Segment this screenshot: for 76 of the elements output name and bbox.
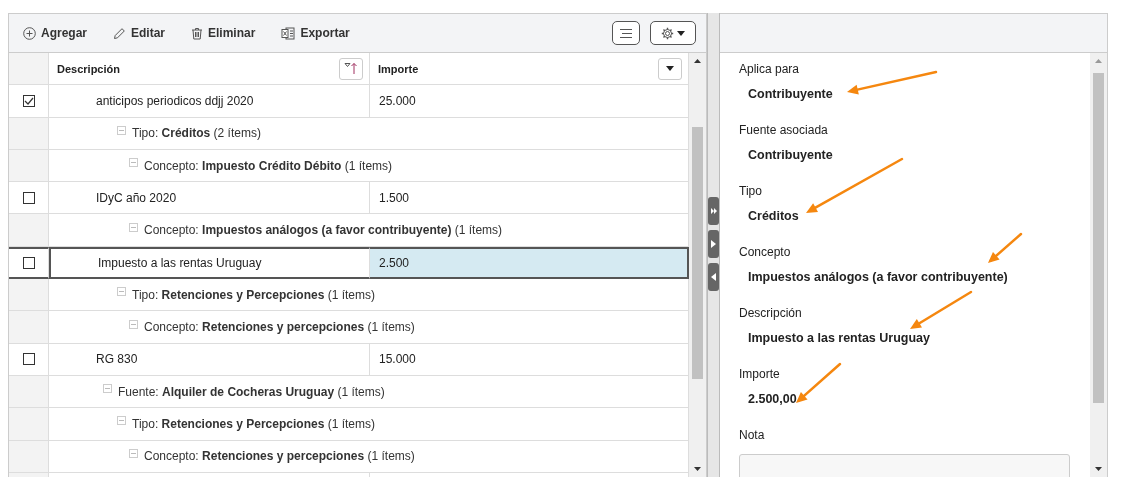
menu-icon [620, 28, 632, 38]
collapse-toggle[interactable] [103, 384, 112, 394]
annotation-arrow [796, 362, 842, 403]
arrow-left-icon [711, 273, 716, 281]
field-value: Contribuyente [748, 87, 833, 103]
group-label: Fuente: Alquiler de Cocheras Uruguay (1 ítems) [118, 384, 385, 399]
checkbox[interactable] [22, 94, 35, 107]
table-cell: 25.000 [370, 85, 689, 118]
field-label: Descripción [739, 306, 802, 322]
field-value: Impuesto a las rentas Uruguay [748, 331, 930, 347]
group-label: Tipo: Créditos (2 ítems) [132, 126, 261, 141]
caret-icon [677, 30, 685, 36]
toolbar-button[interactable]: Agregar [21, 22, 95, 44]
dropdown-button[interactable] [658, 57, 682, 80]
plus-circle-icon [23, 26, 36, 40]
field-value: Contribuyente [748, 148, 833, 164]
splitter-button[interactable] [708, 197, 719, 225]
toolbar-button[interactable]: Editar [111, 22, 174, 44]
field-label: Tipo [739, 184, 762, 200]
collapse-toggle[interactable] [117, 416, 126, 426]
trash-icon [191, 26, 204, 40]
group-label: Concepto: Impuesto Crédito Débito (1 ítems) [144, 158, 393, 173]
checkbox[interactable] [22, 256, 35, 269]
checkbox[interactable] [22, 353, 35, 366]
field-label: Concepto [739, 245, 791, 261]
table-cell: 1.500 [370, 182, 689, 215]
collapse-toggle[interactable] [129, 222, 138, 232]
sort-icon [344, 62, 358, 76]
menu-button[interactable] [612, 21, 640, 45]
field-label: Aplica para [739, 62, 800, 78]
toolbar-button[interactable]: Exportar [279, 22, 358, 44]
column-header[interactable]: Importe [370, 53, 689, 86]
sort-button[interactable] [339, 57, 363, 80]
group-label: Concepto: Retenciones y percepciones (1 ítems) [144, 320, 415, 334]
annotation-arrow [988, 232, 1023, 263]
checkbox[interactable] [22, 191, 35, 204]
field-label: Importe [739, 367, 780, 383]
toolbar-button[interactable]: Eliminar [189, 22, 264, 44]
settings-button[interactable] [650, 21, 696, 45]
caret-icon [666, 66, 674, 72]
column-header[interactable]: Descripción [49, 53, 370, 86]
double-arrow-icon [710, 208, 717, 214]
splitter-button[interactable] [708, 230, 719, 258]
group-label: Concepto: Impuestos análogos (a favor contribuyente) (1 ítems) [144, 223, 503, 238]
table-cell: anticipos periodicos ddjj 2020 [49, 85, 370, 118]
scroll-down-icon[interactable] [1095, 467, 1102, 471]
scrollbar[interactable] [1090, 53, 1107, 477]
annotation-arrow [910, 290, 973, 329]
spreadsheet-icon [281, 26, 296, 40]
field-value: Créditos [748, 209, 799, 225]
field-label: Fuente asociada [739, 123, 828, 139]
scroll-down-icon[interactable] [694, 467, 701, 471]
check-icon [23, 96, 34, 105]
collapse-toggle[interactable] [117, 287, 126, 297]
collapse-toggle[interactable] [129, 319, 138, 329]
table-cell: IDyC año 2020 [49, 182, 370, 215]
splitter-button[interactable] [708, 263, 719, 291]
group-label: Tipo: Retenciones y Percepciones (1 ítems) [132, 287, 375, 302]
group-label: Concepto: Retenciones y percepciones (1 ítems) [144, 449, 415, 464]
collapse-toggle[interactable] [129, 158, 138, 168]
field-label: Nota [739, 428, 765, 444]
scroll-up-icon[interactable] [694, 59, 701, 63]
group-label: Tipo: Retenciones y Percepciones (1 ítems) [132, 416, 375, 431]
arrow-right-icon [711, 240, 716, 248]
settings-icon [661, 26, 674, 40]
table-cell: 15.000 [370, 343, 689, 376]
table-cell: 2.500 [370, 246, 689, 280]
table-cell: Impuesto a las rentas Uruguay [49, 246, 370, 280]
pencil-icon [113, 26, 126, 40]
collapse-toggle[interactable] [129, 448, 138, 458]
note-field[interactable] [739, 454, 1070, 477]
collapse-toggle[interactable] [117, 125, 126, 135]
scrollbar[interactable] [689, 53, 706, 477]
field-value: Impuestos análogos (a favor contribuyente) [748, 270, 1008, 286]
table-cell: RG 830 [49, 343, 370, 376]
field-value: 2.500,00 [748, 392, 797, 408]
